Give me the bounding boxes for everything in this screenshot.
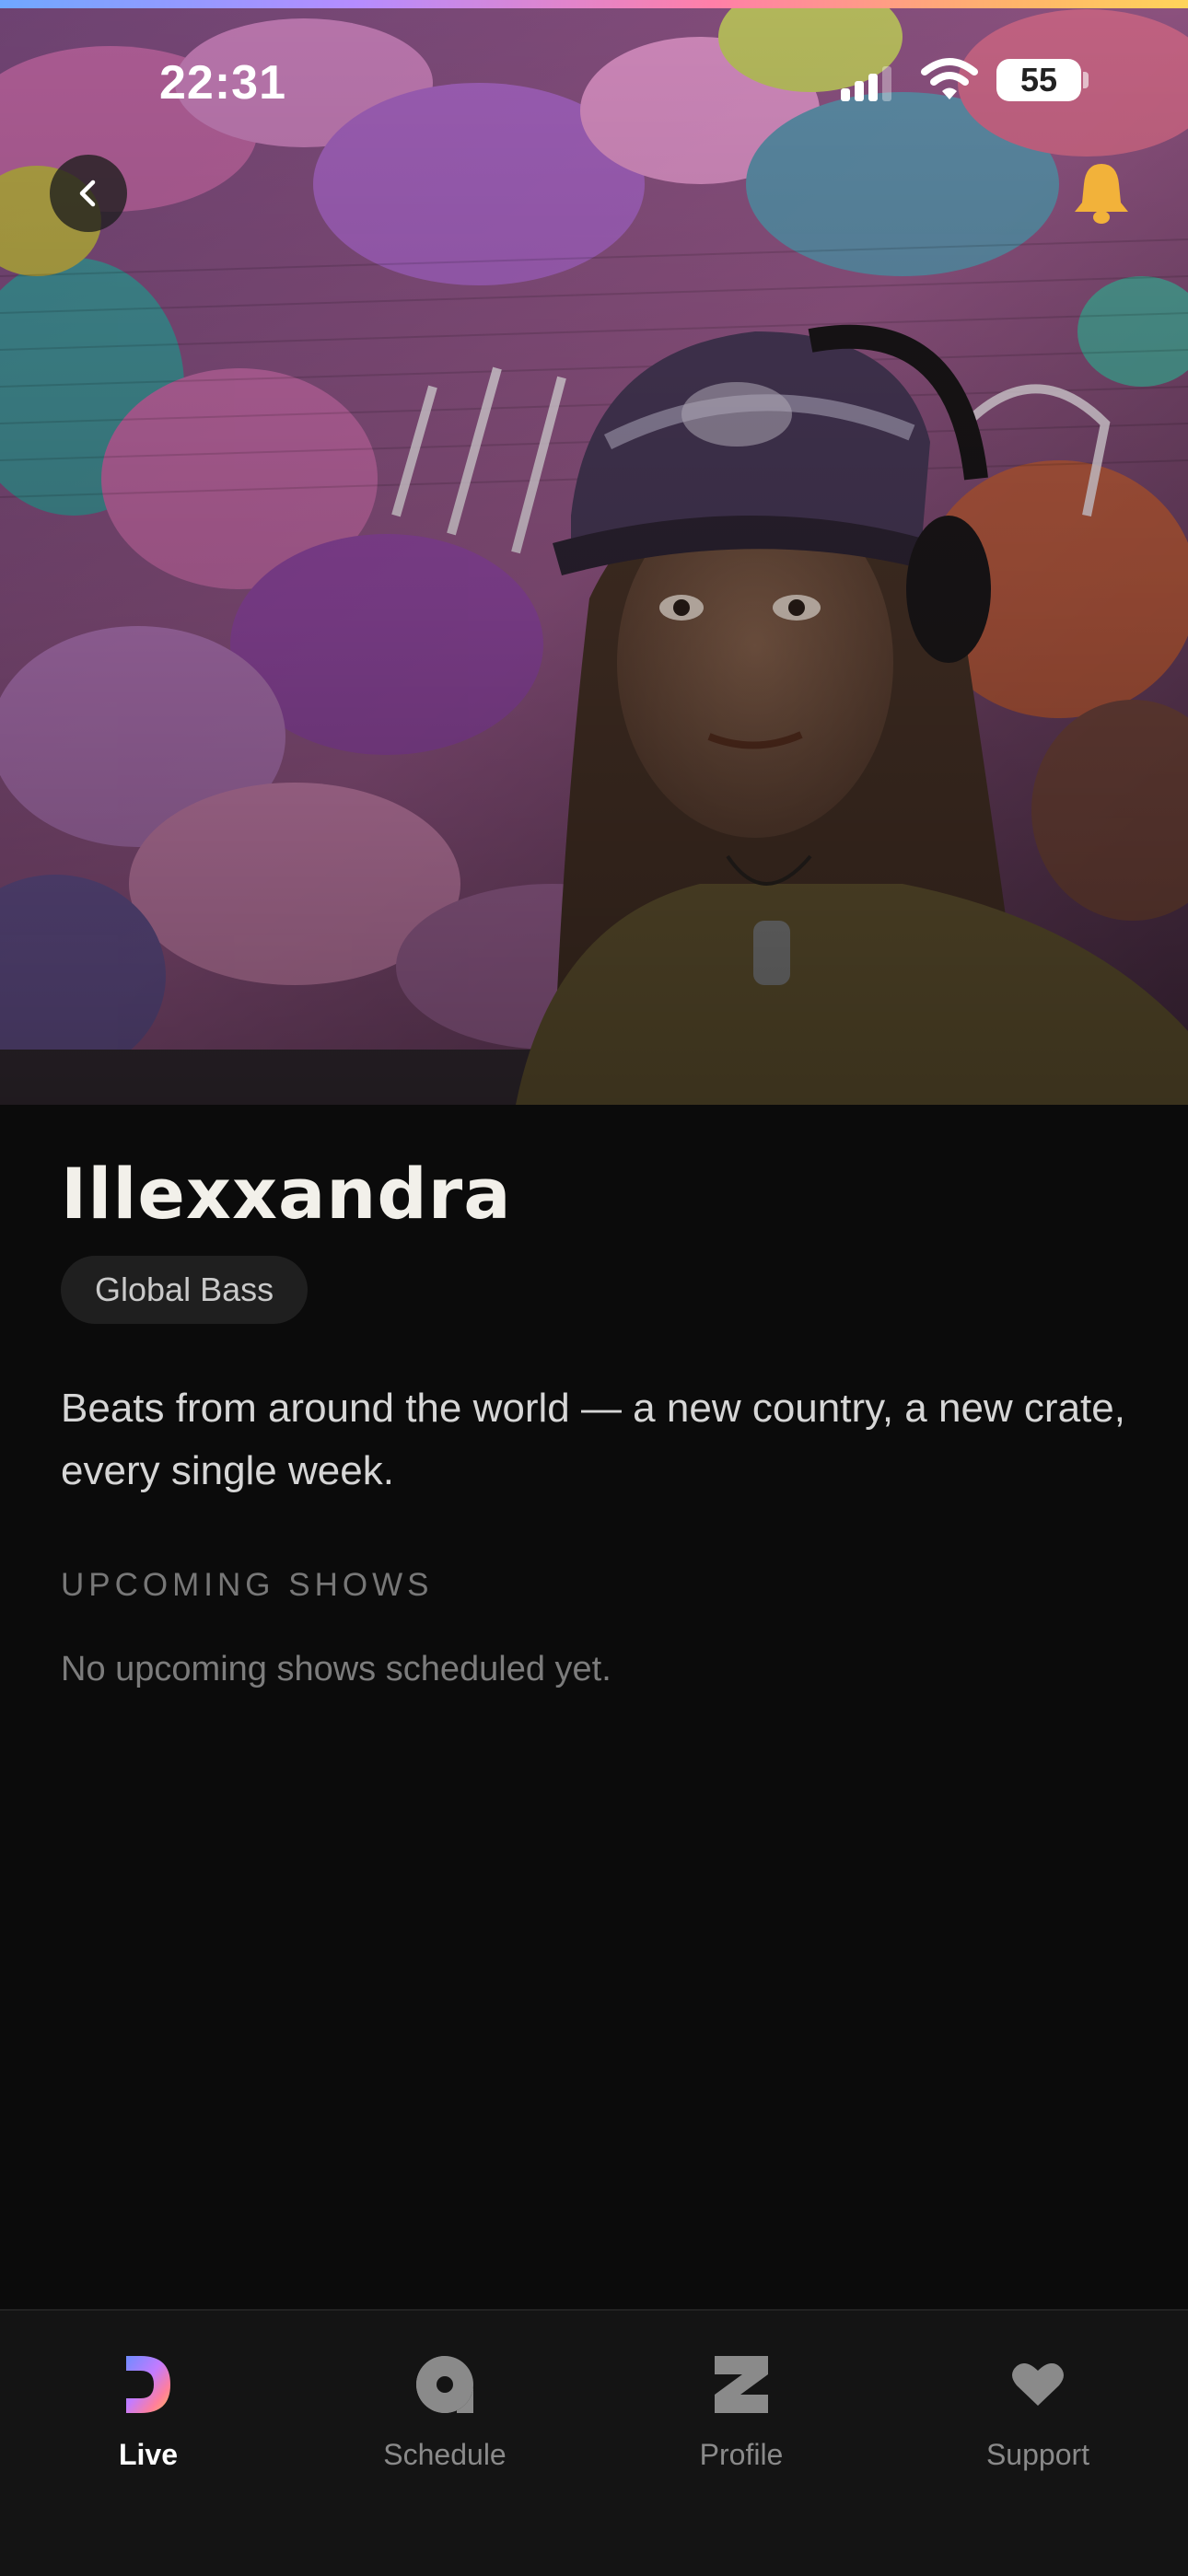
artist-name: Illexxandra xyxy=(61,1153,512,1235)
status-time: 22:31 xyxy=(159,56,286,110)
notification-bell-button[interactable] xyxy=(1068,157,1135,230)
live-logo-icon xyxy=(113,2350,183,2419)
profile-icon xyxy=(706,2350,776,2419)
battery-indicator: 55 xyxy=(996,59,1081,101)
chevron-left-icon xyxy=(79,180,96,207)
cellular-signal-icon xyxy=(841,66,891,101)
status-bar: 22:31 55 xyxy=(0,37,1188,129)
heart-icon xyxy=(1003,2350,1073,2419)
tab-label: Profile xyxy=(699,2438,784,2471)
battery-level: 55 xyxy=(1019,61,1058,99)
upcoming-shows-empty-message: No upcoming shows scheduled yet. xyxy=(61,1650,611,1688)
tab-label: Support xyxy=(985,2438,1090,2471)
tab-support[interactable]: Support xyxy=(890,2350,1186,2488)
tab-label: Schedule xyxy=(383,2438,507,2471)
battery-nub xyxy=(1083,72,1089,88)
tab-label: Live xyxy=(118,2438,179,2471)
genre-tag[interactable]: Global Bass xyxy=(61,1256,309,1324)
accent-gradient-strip xyxy=(0,0,1188,8)
bell-icon xyxy=(1075,164,1128,224)
back-button[interactable] xyxy=(50,155,127,232)
upcoming-shows-heading: UPCOMING SHOWS xyxy=(61,1567,434,1603)
tab-live[interactable]: Live xyxy=(0,2350,297,2488)
artist-description: Beats from around the world — a new coun… xyxy=(61,1386,1125,1493)
tab-profile[interactable]: Profile xyxy=(593,2350,890,2488)
tab-schedule[interactable]: Schedule xyxy=(297,2350,593,2488)
artist-hero-image xyxy=(0,0,1188,1105)
wifi-icon xyxy=(921,58,978,99)
artist-details: Illexxandra Global Bass Beats from aroun… xyxy=(61,1105,1129,1689)
schedule-icon xyxy=(410,2350,480,2419)
bottom-tab-bar: Live Schedule Profile Support xyxy=(0,2309,1188,2576)
